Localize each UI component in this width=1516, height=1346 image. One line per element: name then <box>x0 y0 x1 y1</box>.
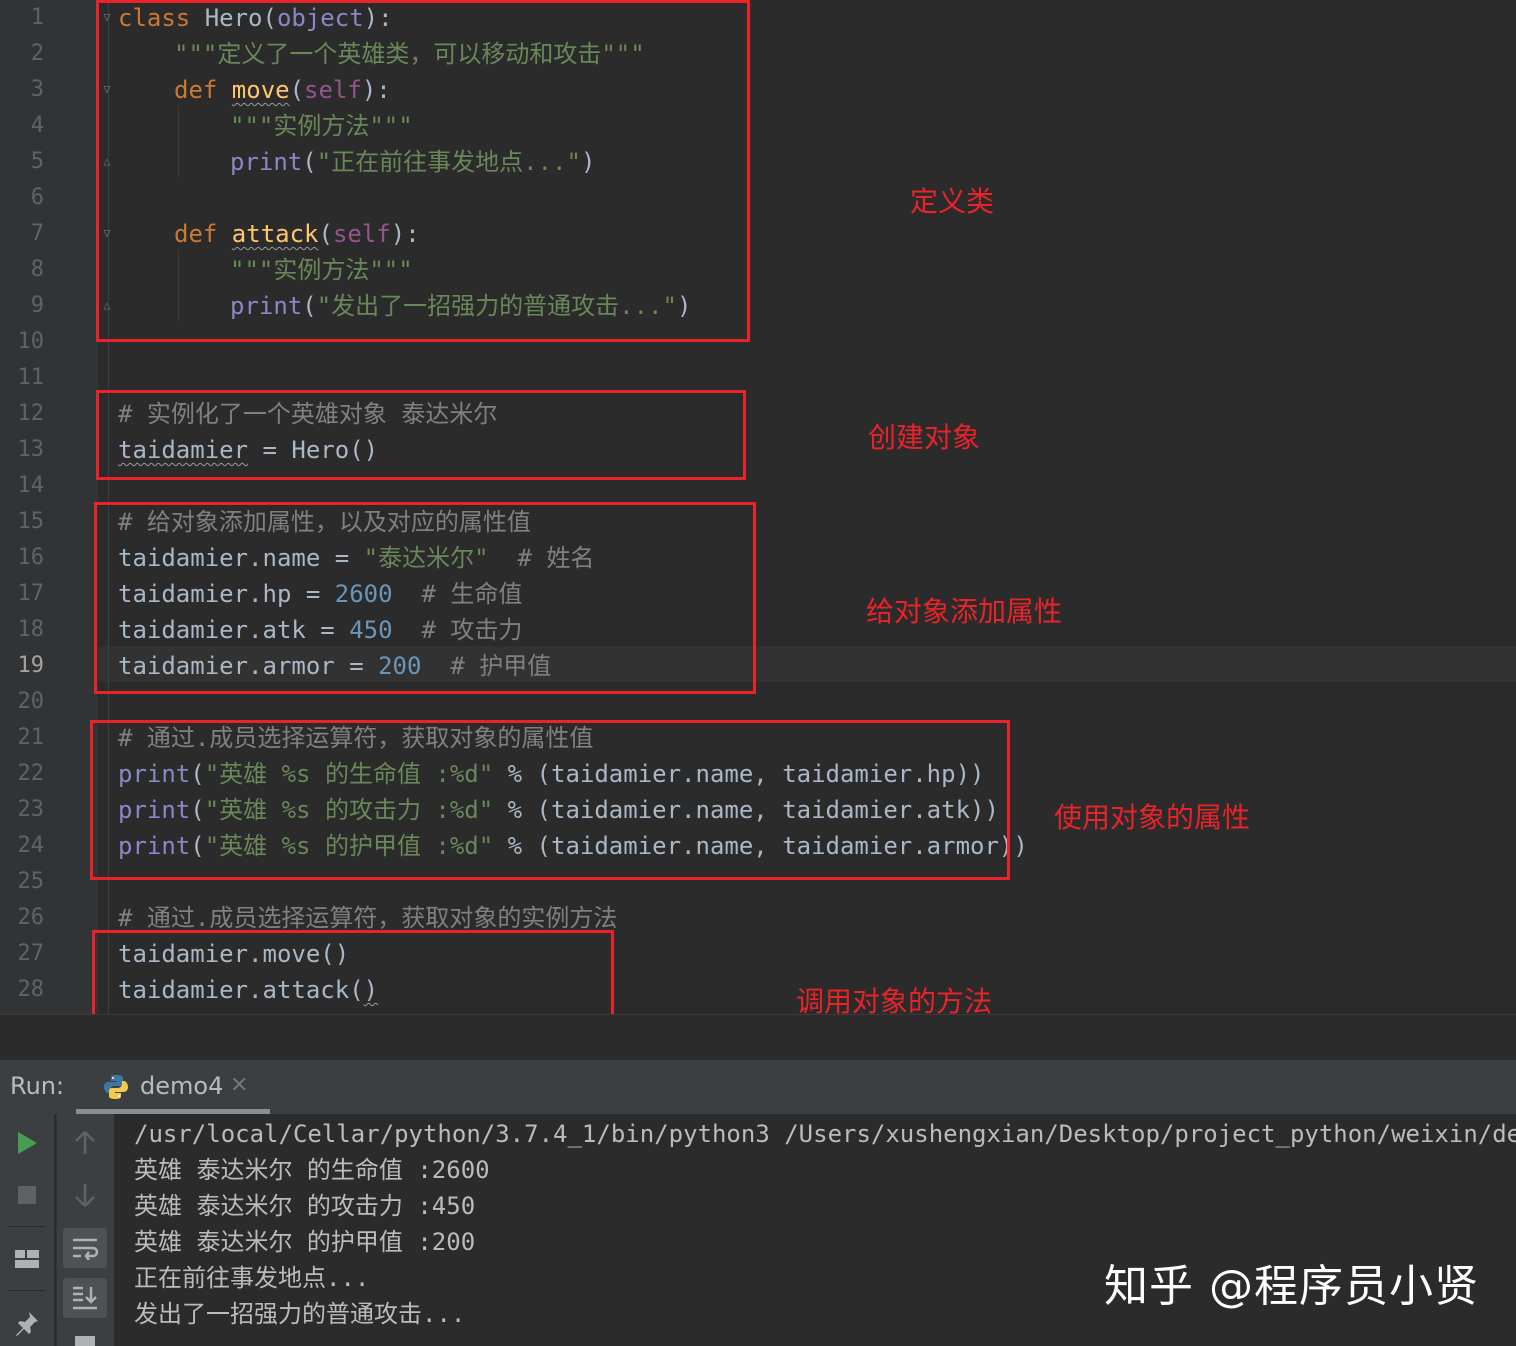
stop-icon[interactable] <box>12 1180 42 1210</box>
line-number: 15 <box>17 509 45 534</box>
line-number: 8 <box>30 257 44 282</box>
line-number: 20 <box>17 689 45 714</box>
run-panel-header: Run: demo4 × <box>0 1060 1516 1115</box>
console-line: 正在前往事发地点... <box>134 1264 370 1292</box>
run-label: Run: <box>10 1072 65 1100</box>
soft-wrap-icon[interactable] <box>63 1228 107 1268</box>
line-number: 28 <box>17 977 45 1002</box>
console-line: 英雄 泰达米尔 的护甲值 :200 <box>134 1228 476 1256</box>
close-icon[interactable]: × <box>230 1072 248 1097</box>
line-number: 16 <box>17 545 45 570</box>
annotation-add-attrs: 给对象添加属性 <box>866 595 1063 628</box>
line-number: 7 <box>30 221 44 246</box>
scroll-down-icon[interactable] <box>70 1180 100 1210</box>
line-number: 24 <box>17 833 45 858</box>
line-number-current: 19 <box>17 653 45 678</box>
print-icon[interactable] <box>75 1336 95 1346</box>
layout-icon[interactable] <box>12 1244 42 1274</box>
line-number: 1 <box>30 5 44 30</box>
add-attrs-box <box>94 502 756 694</box>
annotation-create-object: 创建对象 <box>868 421 981 454</box>
line-number: 2 <box>30 41 44 66</box>
scroll-to-end-icon[interactable] <box>63 1278 107 1318</box>
define-class-box <box>96 0 750 342</box>
comment: # 通过.成员选择运算符，获取对象的实例方法 <box>118 904 618 932</box>
run-tab-title: demo4 <box>140 1072 224 1100</box>
line-number: 21 <box>17 725 45 750</box>
line-number: 3 <box>30 77 44 102</box>
console-line: 发出了一招强力的普通攻击... <box>134 1300 466 1328</box>
annotation-use-attrs: 使用对象的属性 <box>1054 801 1251 834</box>
run-toolbar-left <box>0 1114 54 1346</box>
run-toolbar-right <box>56 1114 115 1346</box>
call-methods-box <box>92 930 614 1024</box>
toolbar-divider <box>8 1290 46 1291</box>
line-number: 4 <box>30 113 44 138</box>
line-number: 6 <box>30 185 44 210</box>
run-icon[interactable] <box>12 1128 42 1158</box>
scroll-up-icon[interactable] <box>70 1128 100 1158</box>
line-number: 9 <box>30 293 44 318</box>
line-number: 26 <box>17 905 45 930</box>
toolbar-divider <box>8 1226 46 1227</box>
line-number: 25 <box>17 869 45 894</box>
line-number: 22 <box>17 761 45 786</box>
line-number: 13 <box>17 437 45 462</box>
create-object-box <box>96 390 746 480</box>
line-number: 14 <box>17 473 45 498</box>
console-line: 英雄 泰达米尔 的生命值 :2600 <box>134 1156 490 1184</box>
line-number: 23 <box>17 797 45 822</box>
line-number: 10 <box>17 329 45 354</box>
annotation-define-class: 定义类 <box>910 185 995 218</box>
line-number: 12 <box>17 401 45 426</box>
run-tab-demo4[interactable]: demo4 × <box>76 1060 270 1114</box>
code-editor[interactable]: 1 2 3 4 5 6 7 8 9 10 11 12 13 14 15 16 1… <box>0 0 1516 1024</box>
line-number: 5 <box>30 149 44 174</box>
watermark: 知乎 @程序员小贤 <box>1104 1261 1479 1312</box>
console-line: 英雄 泰达米尔 的攻击力 :450 <box>134 1192 476 1220</box>
python-icon <box>104 1075 128 1099</box>
line-number: 11 <box>17 365 45 390</box>
use-attrs-box <box>90 720 1010 880</box>
line-number: 17 <box>17 581 45 606</box>
editor-scroll-area <box>0 1014 1516 1061</box>
line-number: 18 <box>17 617 45 642</box>
console-line-command: /usr/local/Cellar/python/3.7.4_1/bin/pyt… <box>134 1120 1516 1148</box>
line-number: 27 <box>17 941 45 966</box>
pin-icon[interactable] <box>12 1308 42 1338</box>
